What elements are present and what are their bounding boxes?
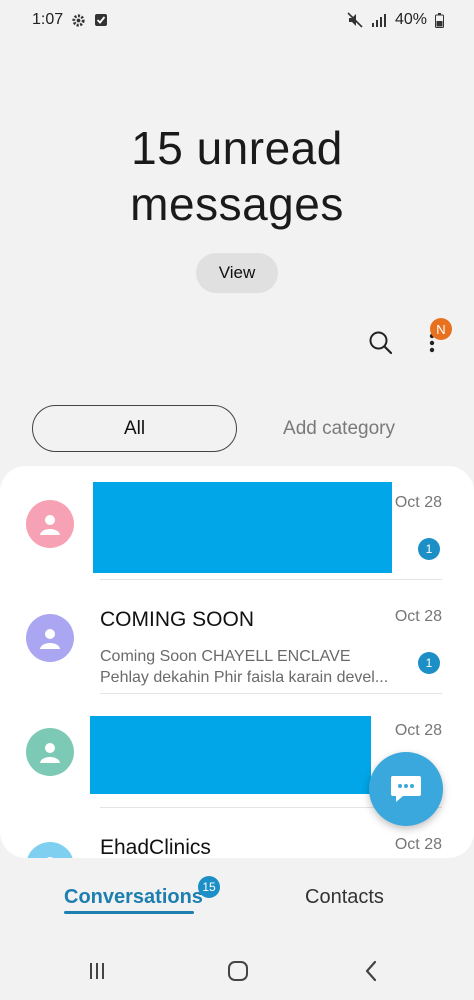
notification-badge: N (430, 318, 452, 340)
status-left: 1:07 (32, 11, 108, 29)
avatar (26, 842, 74, 858)
unread-messages-text: messages (130, 178, 344, 230)
gear-icon (71, 13, 86, 28)
navigation-bar (0, 950, 474, 990)
conversations-count-badge: 15 (198, 876, 220, 898)
conversation-name: EhadClinics (100, 836, 211, 858)
tab-conversations[interactable]: Conversations (64, 886, 203, 909)
conversation-date: Oct 28 (394, 836, 442, 853)
preview-line: Pehlay dekahin Phir faisla karain devel.… (100, 669, 389, 686)
add-category-button[interactable]: Add category (258, 405, 420, 452)
view-button[interactable]: View (196, 253, 278, 293)
avatar (26, 500, 74, 548)
chat-bubble-icon (391, 776, 421, 802)
signal-icon (371, 13, 387, 27)
conversation-name: COMING SOON (100, 608, 255, 631)
new-message-button[interactable] (369, 752, 443, 826)
home-icon[interactable] (223, 958, 253, 984)
preview-line: Coming Soon CHAYELL ENCLAVE (100, 648, 351, 665)
category-all[interactable]: All (32, 405, 237, 452)
tab-active-indicator (64, 911, 194, 914)
battery-icon (435, 12, 444, 28)
redacted-block (90, 716, 371, 794)
conversation-row[interactable]: Oct 28 1 (0, 466, 474, 579)
avatar (26, 728, 74, 776)
check-square-icon (94, 13, 108, 27)
battery-percent: 40% (394, 11, 427, 28)
unread-headline: 15 unread messages (0, 120, 474, 232)
unread-count-badge: 1 (418, 652, 440, 674)
clock: 1:07 (32, 11, 64, 28)
conversation-row[interactable]: COMING SOON Coming Soon CHAYELL ENCLAVE … (0, 580, 474, 693)
conversation-date: Oct 28 (394, 608, 442, 625)
recent-apps-icon[interactable] (82, 958, 112, 984)
unread-count-text: 15 unread (131, 122, 343, 174)
redacted-block (93, 482, 392, 573)
status-right: 40% (347, 11, 444, 29)
conversation-date: Oct 28 (394, 722, 442, 739)
status-bar: 1:07 40% (0, 0, 474, 40)
avatar (26, 614, 74, 662)
conversation-date: Oct 28 (394, 494, 442, 511)
conversation-preview: Coming Soon CHAYELL ENCLAVE Pehlay dekah… (100, 646, 398, 688)
tab-contacts[interactable]: Contacts (305, 886, 384, 909)
mute-icon (347, 12, 363, 28)
back-icon[interactable] (357, 958, 387, 984)
unread-count-badge: 1 (418, 538, 440, 560)
search-icon[interactable] (366, 328, 396, 358)
